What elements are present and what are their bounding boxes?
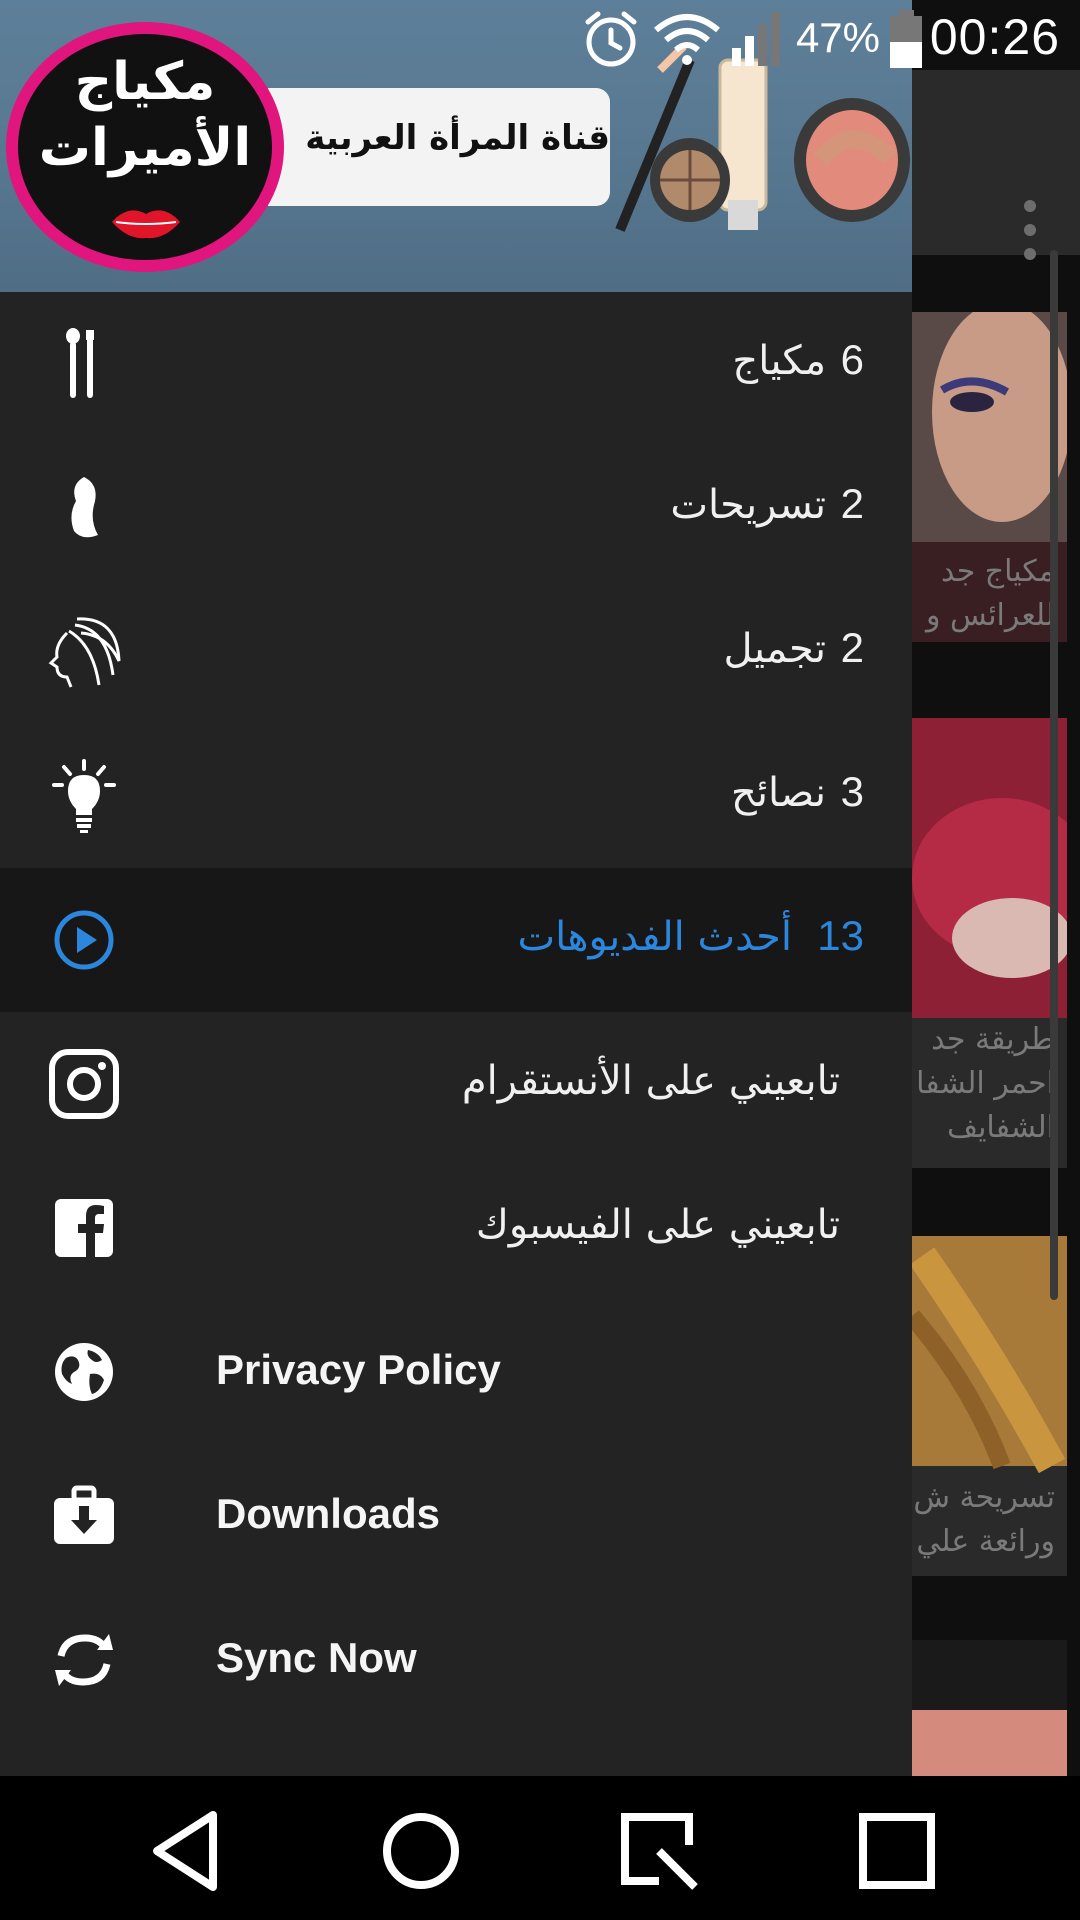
battery-percentage: 47% [795, 14, 880, 61]
drawer-item-sync-now[interactable]: Sync Now [0, 1588, 912, 1732]
overflow-menu-icon[interactable] [1018, 200, 1042, 260]
video-card[interactable]: طريقة جد احمر الشفا الشفايف [912, 718, 1067, 1168]
scrollbar[interactable] [1050, 250, 1058, 1300]
video-card[interactable]: مكياج جد للعرائس و [912, 312, 1067, 642]
quick-memo-button[interactable] [614, 1806, 704, 1896]
drawer-item-privacy-policy[interactable]: Privacy Policy [0, 1300, 912, 1444]
video-title: مكياج جد للعرائس و [925, 554, 1055, 633]
item-count: 2 [840, 480, 864, 527]
signal-icon [732, 12, 780, 66]
hair-icon [44, 476, 124, 540]
battery-icon [890, 10, 922, 68]
woman-face-icon [44, 617, 124, 688]
recent-apps-button[interactable] [852, 1806, 942, 1896]
drawer-item-tips[interactable]: نصائح 3 [0, 724, 912, 868]
channel-name: قناة المرأة العربية [305, 118, 610, 158]
channel-banner: قناة المرأة العربية [268, 88, 610, 206]
drawer-item-downloads[interactable]: Downloads [0, 1444, 912, 1588]
globe-icon [44, 1340, 124, 1404]
status-bar: 47% 00:26 [0, 0, 1080, 75]
facebook-icon [44, 1196, 124, 1260]
alarm-icon [585, 11, 637, 67]
item-count: 2 [840, 624, 864, 671]
drawer-item-facebook[interactable]: تابعيني على الفيسبوك [0, 1156, 912, 1300]
video-card[interactable] [912, 1640, 1067, 1776]
video-thumbnail [912, 1640, 1067, 1776]
instagram-icon [44, 1049, 124, 1119]
drawer-item-makeup[interactable]: مكياج 6 [0, 292, 912, 436]
wifi-icon [654, 14, 720, 65]
drawer-item-instagram[interactable]: تابعيني على الأنستقرام [0, 1012, 912, 1156]
play-icon [44, 908, 124, 972]
item-count: 13 [817, 912, 864, 959]
navigation-drawer[interactable]: قناة المرأة العربية مكياج الأميرات مكياج… [0, 0, 912, 1776]
video-card[interactable]: تسريحة ش ورائعة علي [912, 1236, 1067, 1576]
lips-icon [112, 210, 180, 239]
drawer-item-beauty[interactable]: تجميل 2 [0, 580, 912, 724]
item-count: 6 [840, 336, 864, 383]
lightbulb-icon [44, 759, 124, 833]
home-button[interactable] [376, 1806, 466, 1896]
sync-icon [44, 1628, 124, 1692]
drawer-item-latest-videos[interactable]: أحدث الفديوهات 13 [0, 868, 912, 1012]
back-button[interactable] [140, 1806, 230, 1896]
download-icon [44, 1484, 124, 1548]
status-time: 00:26 [929, 9, 1060, 65]
app-screen: مكياج جد للعرائس و طريقة جد احمر الشفا ا… [0, 0, 1080, 1920]
video-title: تسريحة ش ورائعة علي [913, 1480, 1055, 1559]
video-title: طريقة جد احمر الشفا الشفايف [916, 1022, 1055, 1145]
system-navigation-bar [0, 1776, 1080, 1920]
makeup-brush-icon [44, 328, 124, 398]
drawer-menu: مكياج 6 تسريحات 2 تجميل 2 نصائح 3 أحدث ا… [0, 292, 912, 1732]
drawer-item-hairstyles[interactable]: تسريحات 2 [0, 436, 912, 580]
item-count: 3 [840, 768, 864, 815]
